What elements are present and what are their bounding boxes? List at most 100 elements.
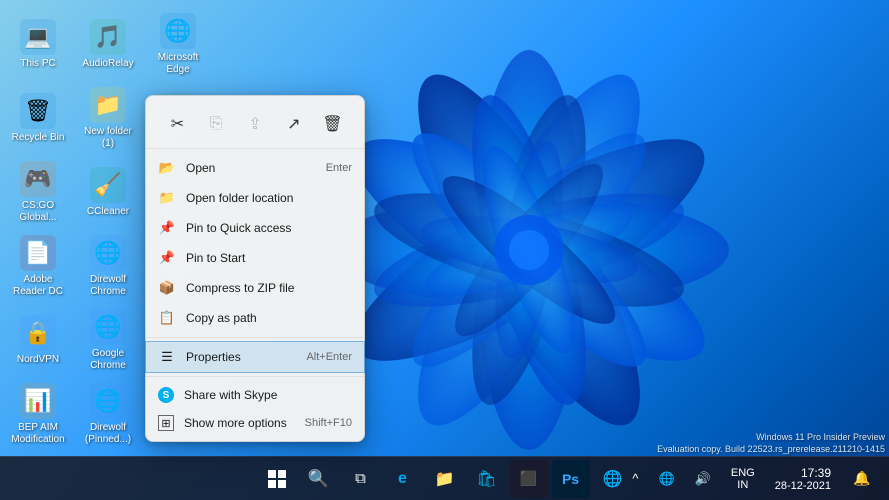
store-button[interactable]: 🛍 <box>468 460 506 498</box>
show-more-options-item[interactable]: ⊞ Show more options Shift+F10 <box>146 409 364 437</box>
paste-shortcut-button[interactable]: ⇪ <box>239 108 271 140</box>
clock-area[interactable]: 17:39 28-12-2021 <box>767 464 839 494</box>
desktop-icon-ms-edge[interactable]: 🌐 Microsoft Edge <box>144 8 212 80</box>
share-button[interactable]: ↗ <box>278 108 310 140</box>
search-button[interactable]: 🔍 <box>300 460 338 498</box>
properties-icon: ☰ <box>158 348 176 366</box>
notification-button[interactable]: 🔔 <box>843 460 881 498</box>
lang-label: ENG <box>731 467 755 479</box>
desktop-icon-audiorelay[interactable]: 🎵 AudioRelay <box>74 8 142 80</box>
desktop-icon-nordvpn[interactable]: 🔒 NordVPN <box>4 304 72 376</box>
desktop-icon-new-folder[interactable]: 📁 New folder (1) <box>74 82 142 154</box>
desktop-icon-google-chrome[interactable]: 🌐 Google Chrome <box>74 304 142 376</box>
icon-label-ms-edge: Microsoft Edge <box>148 52 208 76</box>
icon-label-google-chrome: Google Chrome <box>78 348 138 372</box>
icon-label-audiorelay: AudioRelay <box>82 58 133 70</box>
pin-to-start-item[interactable]: 📌 Pin to Start <box>146 243 364 273</box>
desktop-icon-this-pc[interactable]: 💻 This PC <box>4 8 72 80</box>
desktop-icon-ccleaner[interactable]: 🧹 CCleaner <box>74 156 142 228</box>
network-tray-icon: 🌐 <box>659 471 675 487</box>
desktop-icon-direwolf-chrome-2[interactable]: 🌐 Direwolf (Pinned...) <box>74 378 142 450</box>
context-menu-icon-row: ✂ ⎘ ⇪ ↗ 🗑 <box>146 100 364 149</box>
desktop-icon-adobe-reader[interactable]: 📄 Adobe Reader DC <box>4 230 72 302</box>
open-label: Open <box>186 161 318 175</box>
more-options-label: Show more options <box>184 416 297 430</box>
pin-start-label: Pin to Start <box>186 251 352 265</box>
icon-label-direwolf-chrome-2: Direwolf (Pinned...) <box>78 422 138 446</box>
cut-button[interactable]: ✂ <box>161 108 193 140</box>
icon-image-this-pc: 💻 <box>20 19 56 55</box>
icon-image-direwolf-chrome-2: 🌐 <box>90 383 126 419</box>
copy-as-path-item[interactable]: 📋 Copy as path <box>146 303 364 333</box>
chrome-button[interactable]: 🌐 <box>594 460 632 498</box>
volume-tray-button[interactable]: 🔊 <box>687 467 719 491</box>
icon-image-bep-aim: 📊 <box>20 383 56 419</box>
context-menu: ✂ ⎘ ⇪ ↗ 🗑 📂 Open Enter 📁 Open folder loc… <box>145 95 365 442</box>
windows-evaluation-info: Windows 11 Pro Insider Preview Evaluatio… <box>657 431 885 456</box>
icon-label-this-pc: This PC <box>20 58 56 70</box>
taskbar: 🔍 ⧉ e 📁 🛍 ⬛ Ps 🌐 ^ 🌐 🔊 <box>0 456 889 500</box>
task-view-button[interactable]: ⧉ <box>342 460 380 498</box>
icon-label-ccleaner: CCleaner <box>87 206 129 218</box>
explorer-button[interactable]: 📁 <box>426 460 464 498</box>
pin-quick-access-item[interactable]: 📌 Pin to Quick access <box>146 213 364 243</box>
clock-time: 17:39 <box>801 466 831 480</box>
pin-quick-label: Pin to Quick access <box>186 221 352 235</box>
pin-start-icon: 📌 <box>158 249 176 267</box>
taskbar-right: ^ 🌐 🔊 ENG IN 17:39 28-12-2021 🔔 <box>624 460 889 498</box>
zip-icon: 📦 <box>158 279 176 297</box>
icon-label-adobe-reader: Adobe Reader DC <box>8 274 68 298</box>
icon-label-new-folder: New folder (1) <box>78 126 138 150</box>
desktop-icon-cs-go[interactable]: 🎮 CS:GO Global... <box>4 156 72 228</box>
network-tray-button[interactable]: 🌐 <box>651 467 683 491</box>
separator-2 <box>146 376 364 377</box>
icon-label-cs-go: CS:GO Global... <box>8 200 68 224</box>
compress-zip-item[interactable]: 📦 Compress to ZIP file <box>146 273 364 303</box>
taskbar-center: 🔍 ⧉ e 📁 🛍 ⬛ Ps 🌐 <box>258 460 632 498</box>
copy-path-icon: 📋 <box>158 309 176 327</box>
desktop: 💻 This PC 🗑 Recycle Bin 🎮 CS:GO Global..… <box>0 0 889 500</box>
win-info-line2: Evaluation copy. Build 22523.rs_prerelea… <box>657 443 885 456</box>
open-folder-location-item[interactable]: 📁 Open folder location <box>146 183 364 213</box>
properties-label: Properties <box>186 350 298 364</box>
copy-button[interactable]: ⎘ <box>200 108 232 140</box>
open-shortcut: Enter <box>326 162 352 174</box>
open-menu-item[interactable]: 📂 Open Enter <box>146 153 364 183</box>
icon-image-ms-edge: 🌐 <box>160 13 196 49</box>
edge-button[interactable]: e <box>384 460 422 498</box>
chevron-up-icon: ^ <box>632 471 638 486</box>
region-label: IN <box>737 479 748 491</box>
win-info-line1: Windows 11 Pro Insider Preview <box>657 431 885 444</box>
delete-button[interactable]: 🗑 <box>317 108 349 140</box>
volume-icon: 🔊 <box>695 471 711 487</box>
icon-image-google-chrome: 🌐 <box>90 309 126 345</box>
ps-button[interactable]: Ps <box>552 460 590 498</box>
lang-region-button[interactable]: ENG IN <box>723 463 763 495</box>
icon-image-new-folder: 📁 <box>90 87 126 123</box>
icon-label-recycle-bin: Recycle Bin <box>12 132 65 144</box>
folder-icon: 📁 <box>158 189 176 207</box>
clock-date: 28-12-2021 <box>775 480 831 492</box>
icon-label-direwolf-chrome: Direwolf Chrome <box>78 274 138 298</box>
desktop-icon-direwolf-chrome[interactable]: 🌐 Direwolf Chrome <box>74 230 142 302</box>
open-icon: 📂 <box>158 159 176 177</box>
terminal-button[interactable]: ⬛ <box>510 460 548 498</box>
desktop-icons-area: 💻 This PC 🗑 Recycle Bin 🎮 CS:GO Global..… <box>0 0 150 460</box>
icon-image-audiorelay: 🎵 <box>90 19 126 55</box>
separator-1 <box>146 337 364 338</box>
icon-label-nordvpn: NordVPN <box>17 354 59 366</box>
desktop-icon-bep-aim[interactable]: 📊 BEP AIM Modification <box>4 378 72 450</box>
skype-icon: S <box>158 387 174 403</box>
more-options-shortcut: Shift+F10 <box>305 417 352 429</box>
icon-image-cs-go: 🎮 <box>20 161 56 197</box>
desktop-icon-recycle-bin[interactable]: 🗑 Recycle Bin <box>4 82 72 154</box>
properties-item[interactable]: ☰ Properties Alt+Enter <box>146 342 364 372</box>
compress-label: Compress to ZIP file <box>186 281 352 295</box>
open-folder-label: Open folder location <box>186 191 352 205</box>
icon-image-ccleaner: 🧹 <box>90 167 126 203</box>
icon-label-bep-aim: BEP AIM Modification <box>8 422 68 446</box>
share-with-skype-item[interactable]: S Share with Skype <box>146 381 364 409</box>
start-button[interactable] <box>258 460 296 498</box>
properties-shortcut: Alt+Enter <box>306 351 352 363</box>
skype-label: Share with Skype <box>184 388 352 402</box>
